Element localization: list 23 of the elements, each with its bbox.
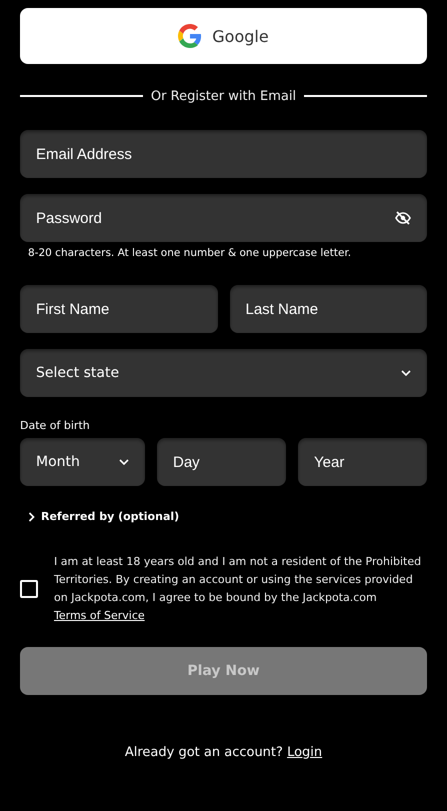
terms-link[interactable]: Terms of Service [54, 609, 145, 622]
consent-checkbox[interactable] [20, 580, 38, 598]
date-of-birth-label: Date of birth [20, 419, 91, 432]
day-field[interactable]: Day [157, 438, 286, 486]
year-field[interactable]: Year [298, 438, 427, 486]
chevron-right-icon [28, 512, 35, 522]
referred-by-toggle[interactable]: Referred by (optional) [28, 510, 180, 523]
chevron-down-icon [401, 370, 411, 376]
login-link[interactable]: Login [287, 745, 322, 760]
eye-off-icon[interactable] [395, 211, 411, 225]
chevron-down-icon [119, 459, 129, 465]
last-name-field[interactable]: Last Name [230, 285, 427, 333]
google-logo-icon [178, 24, 202, 48]
email-field[interactable]: Email Address [20, 130, 427, 178]
google-button[interactable]: Google [20, 8, 427, 64]
login-prompt: Already got an account? Login [124, 745, 324, 760]
password-field[interactable]: Password [20, 194, 427, 242]
divider-label: Or Register with Email [150, 88, 296, 104]
first-name-field[interactable]: First Name [20, 285, 218, 333]
password-hint: 8-20 characters. At least one number & one uppercase letter. [28, 247, 352, 259]
state-dropdown[interactable]: Select state [20, 349, 427, 397]
month-dropdown[interactable]: Month [20, 438, 145, 486]
consent-text: I am at least 18 years old and I am not a resident of the Prohibited Territories. By creating an account or using the services provided on Jackpota.com, I agree to be bound by the Jackpota.com Terms of Service [54, 554, 422, 624]
